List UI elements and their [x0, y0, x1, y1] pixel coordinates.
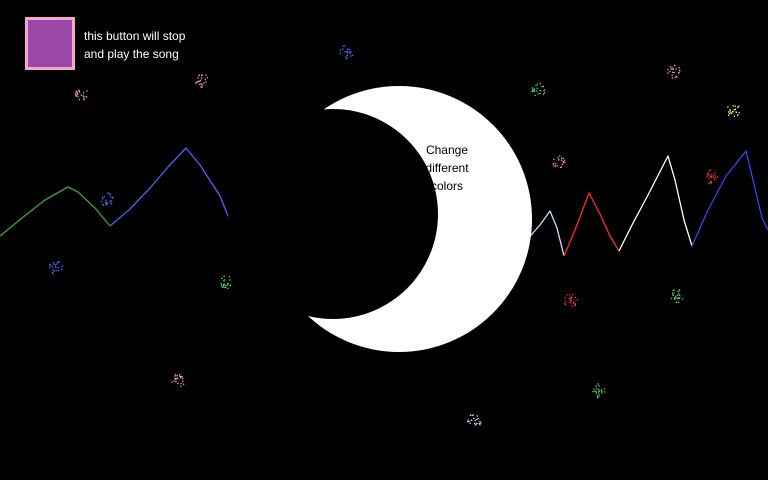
moon-shadow — [228, 109, 438, 319]
mountain-ridge-segment — [109, 147, 238, 239]
mountain-ridge-segment — [0, 186, 111, 237]
play-caption-line-2: and play the song — [84, 47, 179, 61]
play-caption-line-1: this button will stop — [84, 29, 186, 43]
star-sparkle — [531, 82, 546, 97]
star-sparkle — [670, 289, 684, 303]
moon-caption-line-3[interactable]: colors — [410, 177, 484, 195]
play-button-caption: this button will stop and play the song — [84, 27, 234, 63]
game-canvas[interactable]: this button will stop and play the song … — [0, 0, 768, 480]
star-sparkle — [727, 105, 740, 117]
moon-button[interactable] — [228, 86, 532, 352]
moon-caption[interactable]: Change different colors — [410, 141, 484, 195]
mountain-ridge-segment — [691, 150, 768, 247]
star-sparkle — [564, 294, 579, 307]
star-sparkle — [74, 89, 88, 101]
star-sparkle — [100, 192, 114, 206]
mountain-ridge-segment — [618, 155, 693, 252]
star-sparkle — [592, 383, 606, 399]
star-sparkle — [220, 275, 232, 290]
star-sparkle — [552, 155, 566, 168]
star-sparkle — [171, 374, 185, 387]
star-sparkle — [467, 414, 482, 426]
play-stop-button[interactable] — [25, 17, 75, 70]
moon-caption-line-1[interactable]: Change — [410, 141, 484, 159]
star-sparkle — [195, 74, 209, 88]
star-sparkle — [706, 169, 719, 185]
star-sparkle — [667, 64, 681, 79]
mountain-ridge-segment — [563, 192, 620, 257]
star-sparkle — [48, 260, 63, 275]
moon-caption-line-2[interactable]: different — [410, 159, 484, 177]
night-scene — [0, 45, 768, 426]
star-sparkle — [339, 45, 354, 60]
